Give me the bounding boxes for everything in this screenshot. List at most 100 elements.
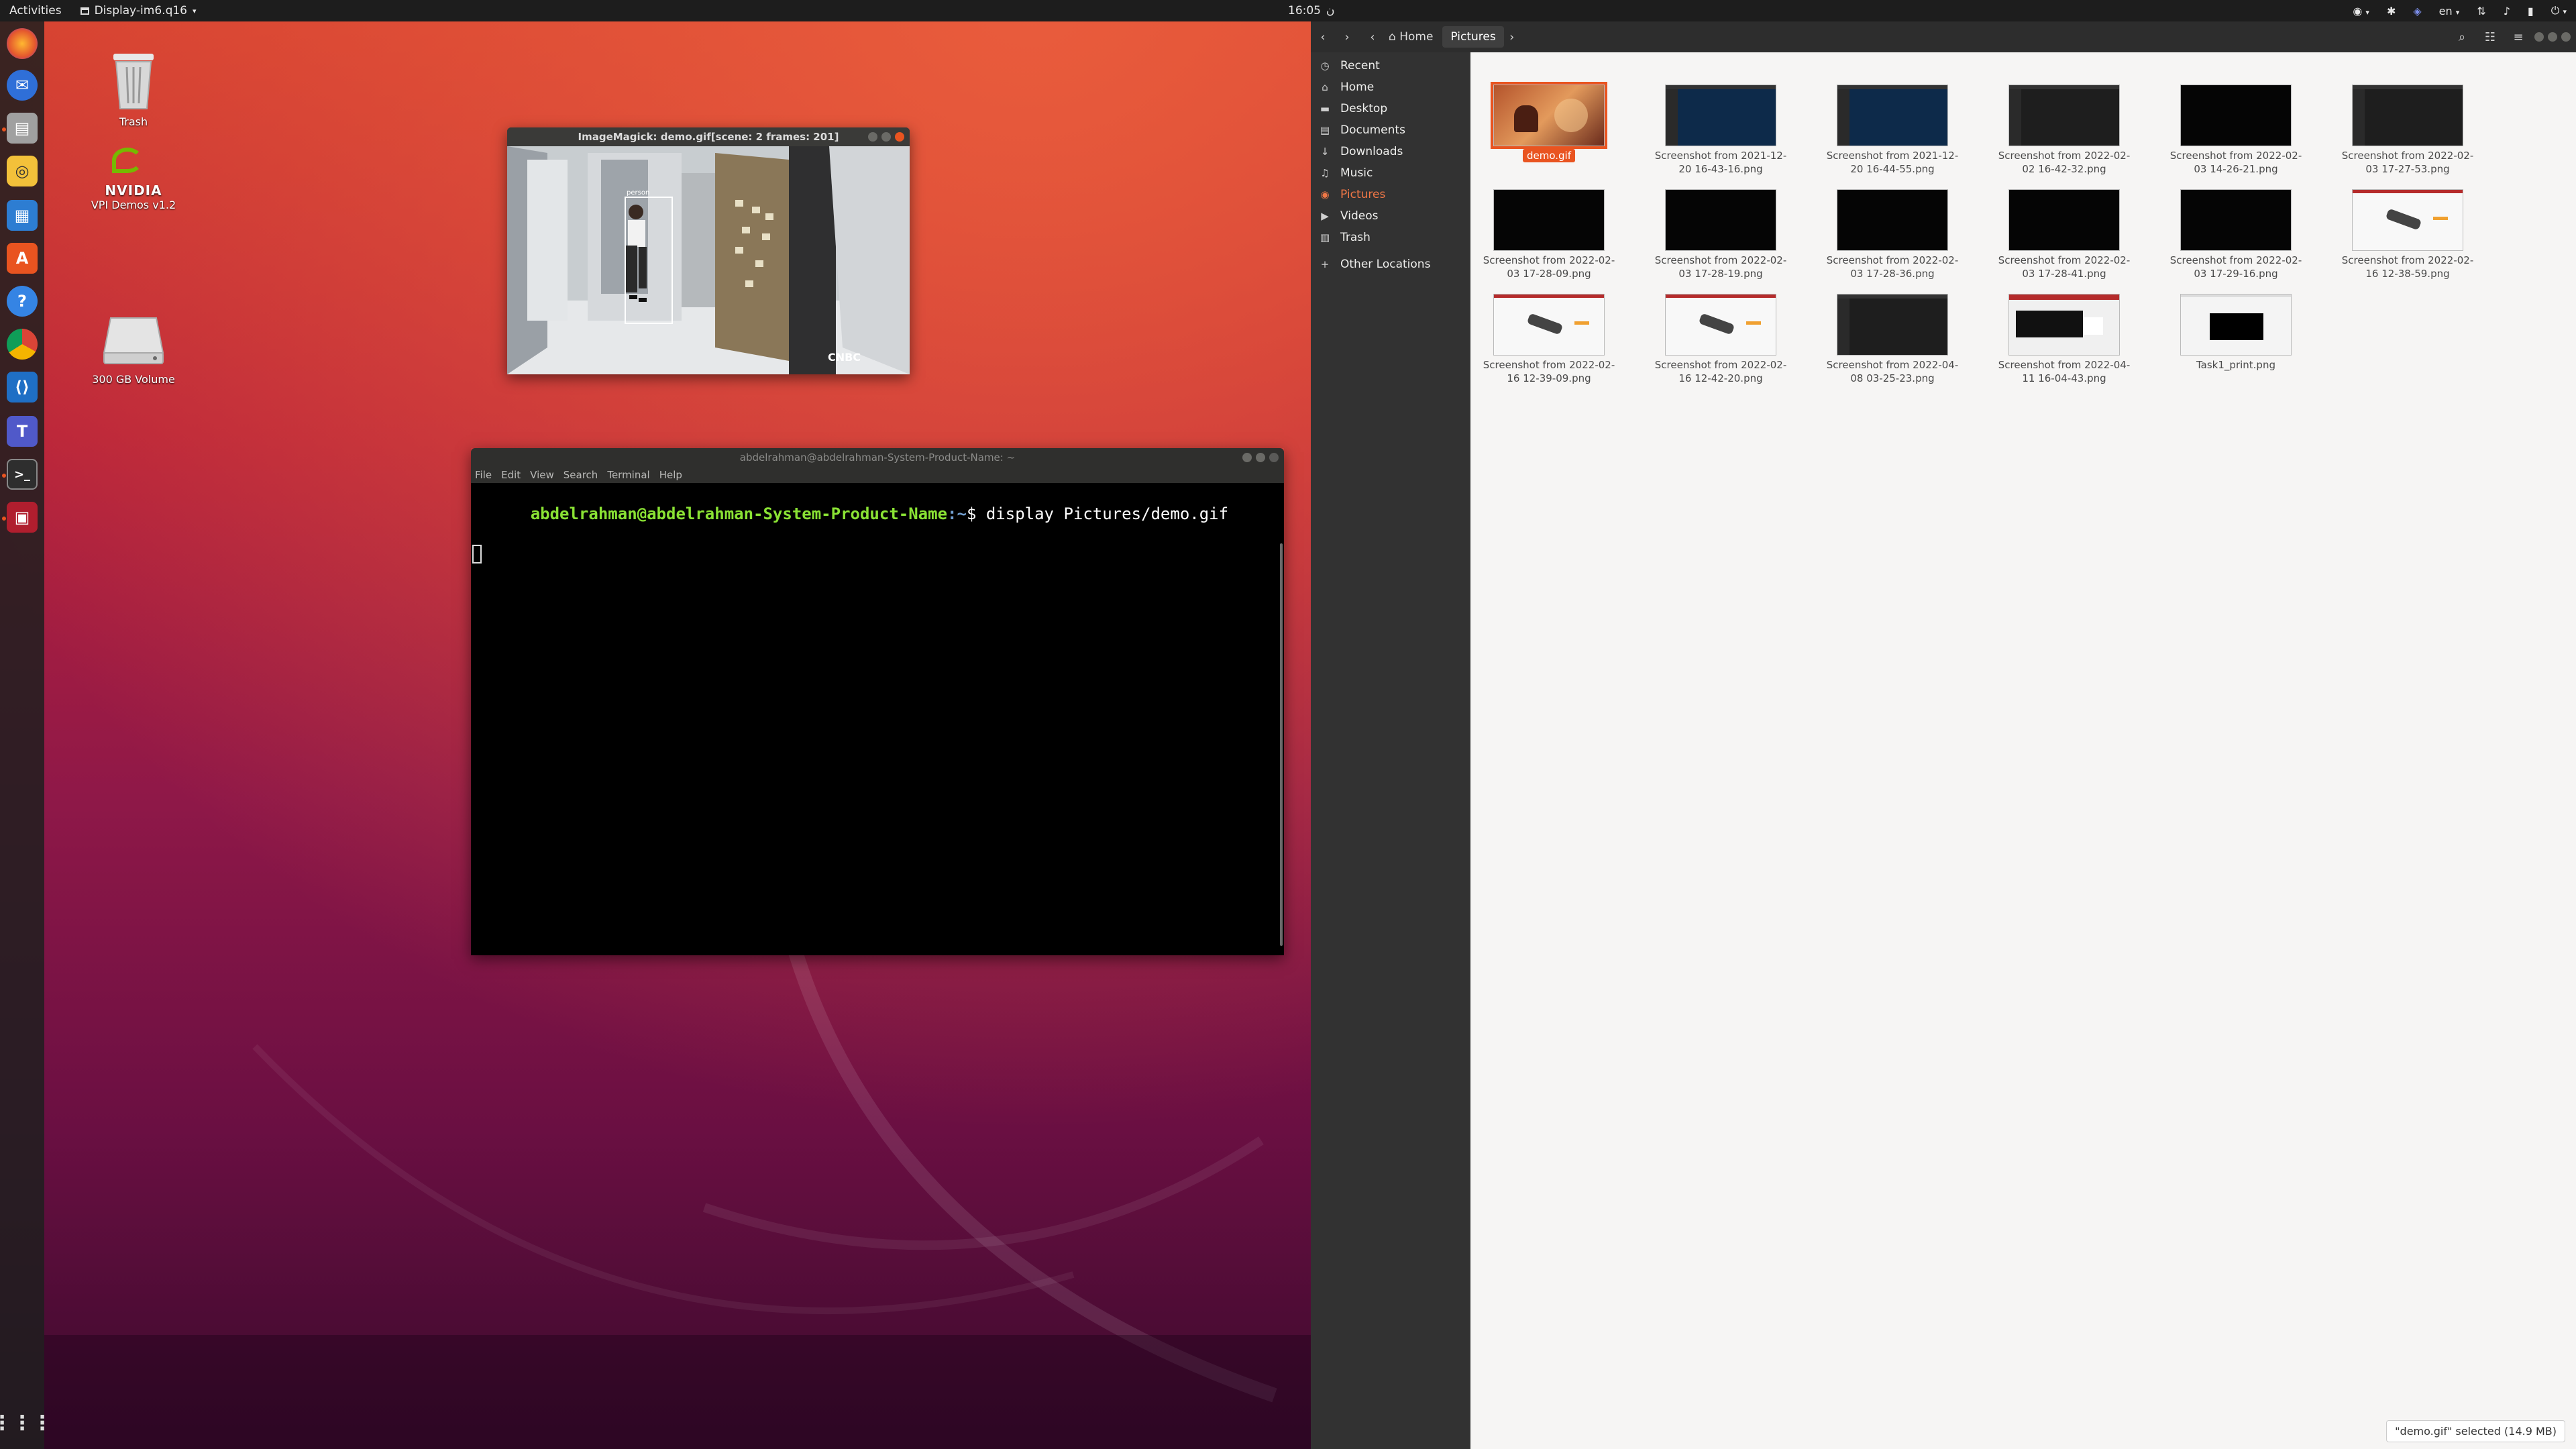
sidebar-item-pictures[interactable]: ◉ Pictures (1311, 184, 1470, 205)
file-item[interactable]: Screenshot from 2022-02-03 17-28-36.png (1822, 189, 1963, 280)
battery-icon[interactable]: ▮ (2528, 5, 2534, 17)
file-item[interactable]: Screenshot from 2022-02-03 14-26-21.png (2165, 85, 2306, 176)
file-item[interactable]: Screenshot from 2022-02-02 16-42-32.png (1994, 85, 2135, 176)
imagemagick-image[interactable]: person CNBC (507, 146, 910, 374)
firefox-icon[interactable] (7, 28, 38, 59)
menu-terminal[interactable]: Terminal (607, 469, 649, 481)
sidebar-item-videos[interactable]: ▶ Videos (1311, 205, 1470, 227)
file-item[interactable]: Screenshot from 2021-12-20 16-43-16.png (1650, 85, 1791, 176)
minimize-button[interactable] (868, 132, 877, 142)
file-item[interactable]: Screenshot from 2022-02-16 12-39-09.png (1479, 294, 1619, 385)
file-item[interactable]: Screenshot from 2022-02-03 17-28-09.png (1479, 189, 1619, 280)
terminal-window[interactable]: abdelrahman@abdelrahman-System-Product-N… (471, 448, 1284, 955)
file-thumbnail (2008, 189, 2120, 251)
sidebar-item-label: Other Locations (1340, 258, 1431, 271)
desktop-trash[interactable]: Trash (76, 47, 191, 128)
volume-icon[interactable]: ♪ (2504, 5, 2510, 17)
terminal-scrollbar[interactable] (1280, 543, 1283, 946)
minimize-button[interactable] (1242, 453, 1252, 462)
maximize-button[interactable] (881, 132, 891, 142)
maximize-button[interactable] (1256, 453, 1265, 462)
minimize-button[interactable] (2534, 32, 2544, 42)
desktop-volume[interactable]: 300 GB Volume (76, 313, 191, 386)
file-item[interactable]: Screenshot from 2022-04-08 03-25-23.png (1822, 294, 1963, 385)
file-item[interactable]: Task1_print.png (2165, 294, 2306, 372)
writer-icon[interactable]: ▦ (7, 200, 38, 231)
terminal-output[interactable]: abdelrahman@abdelrahman-System-Product-N… (471, 483, 1284, 955)
sidebar-item-other-locations[interactable]: + Other Locations (1311, 254, 1470, 275)
close-button[interactable] (2561, 32, 2571, 42)
window-icon (80, 7, 89, 15)
sidebar-item-home[interactable]: ⌂ Home (1311, 76, 1470, 98)
file-item[interactable]: Screenshot from 2022-04-11 16-04-43.png (1994, 294, 2135, 385)
back-icon[interactable]: ‹ (1311, 30, 1335, 44)
terminal-line: abdelrahman@abdelrahman-System-Product-N… (472, 486, 1283, 542)
network-icon[interactable]: ⇅ (2477, 5, 2485, 17)
vscode-icon[interactable]: ⟨⟩ (7, 372, 38, 402)
help-icon[interactable]: ? (7, 286, 38, 317)
forward-icon[interactable]: › (1335, 30, 1359, 44)
path-pictures[interactable]: Pictures (1442, 26, 1504, 48)
teams-icon[interactable]: T (7, 416, 38, 447)
close-button[interactable] (895, 132, 904, 142)
file-item[interactable]: demo.gif (1479, 82, 1619, 162)
activities-button[interactable]: Activities (0, 0, 71, 21)
path-left-icon[interactable]: ‹ (1366, 30, 1379, 44)
sidebar-item-documents[interactable]: ▤ Documents (1311, 119, 1470, 141)
file-item[interactable]: Screenshot from 2022-02-16 12-38-59.png (2337, 189, 2478, 280)
file-name: Screenshot from 2022-02-16 12-38-59.png (2341, 254, 2474, 280)
maximize-button[interactable] (2548, 32, 2557, 42)
path-right-icon[interactable]: › (1505, 30, 1519, 44)
clock[interactable]: 16:05 ن (1288, 0, 1334, 21)
terminal-titlebar[interactable]: abdelrahman@abdelrahman-System-Product-N… (471, 448, 1284, 467)
imagemagick-titlebar[interactable]: ImageMagick: demo.gif[scene: 2 frames: 2… (507, 127, 910, 146)
language-label: en (2438, 4, 2453, 17)
file-name: Screenshot from 2022-02-03 17-28-09.png (1483, 254, 1615, 280)
bluetooth-icon[interactable]: ✱ (2387, 5, 2396, 17)
menu-file[interactable]: File (475, 469, 492, 481)
path-home[interactable]: ⌂ Home (1381, 26, 1441, 48)
desktop-vpi-demos[interactable]: NVIDIA VPI Demos v1.2 (76, 146, 191, 211)
sidebar-item-recent[interactable]: ◷ Recent (1311, 55, 1470, 76)
menu-search[interactable]: Search (564, 469, 598, 481)
show-applications-icon[interactable]: ⋮⋮⋮ (0, 1407, 52, 1438)
close-button[interactable] (1269, 453, 1279, 462)
software-center-icon[interactable]: A (7, 243, 38, 274)
sidebar-item-trash[interactable]: ▥ Trash (1311, 227, 1470, 248)
language-menu[interactable]: en ▾ (2439, 5, 2460, 17)
menu-view[interactable]: View (530, 469, 554, 481)
app-indicator-icon[interactable]: ◈ (2413, 5, 2421, 17)
accessibility-icon[interactable]: ◉ ▾ (2353, 5, 2369, 17)
power-icon[interactable]: ⏻ ▾ (2551, 4, 2567, 17)
rhythmbox-icon[interactable]: ◎ (7, 156, 38, 186)
sidebar-item-music[interactable]: ♫ Music (1311, 162, 1470, 184)
prompt-symbol: $ (966, 504, 986, 523)
sidebar-item-downloads[interactable]: ↓ Downloads (1311, 141, 1470, 162)
imagemagick-icon[interactable]: ▣ (7, 502, 38, 533)
sidebar-item-label: Trash (1340, 231, 1371, 244)
file-thumbnail (1491, 82, 1607, 149)
file-item[interactable]: Screenshot from 2022-02-03 17-28-19.png (1650, 189, 1791, 280)
view-toggle-icon[interactable]: ☷ (2478, 30, 2502, 44)
menu-edit[interactable]: Edit (501, 469, 521, 481)
files-window[interactable]: ‹ › ‹ ⌂ Home Pictures › ⌕ ☷ ≡ ◷ Recent ⌂ Ho… (1311, 21, 2576, 1449)
home-icon: ⌂ (1389, 30, 1400, 44)
file-thumbnail (1665, 85, 1776, 146)
menu-icon[interactable]: ≡ (2506, 30, 2530, 44)
imagemagick-window[interactable]: ImageMagick: demo.gif[scene: 2 frames: 2… (507, 127, 910, 374)
files-headerbar: ‹ › ‹ ⌂ Home Pictures › ⌕ ☷ ≡ (1311, 21, 2576, 52)
file-item[interactable]: Screenshot from 2021-12-20 16-44-55.png (1822, 85, 1963, 176)
chrome-icon[interactable] (7, 329, 38, 360)
search-icon[interactable]: ⌕ (2450, 30, 2474, 44)
file-item[interactable]: Screenshot from 2022-02-03 17-27-53.png (2337, 85, 2478, 176)
file-item[interactable]: Screenshot from 2022-02-03 17-29-16.png (2165, 189, 2306, 280)
file-item[interactable]: Screenshot from 2022-02-16 12-42-20.png (1650, 294, 1791, 385)
thunderbird-icon[interactable]: ✉ (7, 70, 38, 101)
sidebar-item-label: Home (1340, 80, 1375, 94)
sidebar-item-desktop[interactable]: ▬ Desktop (1311, 98, 1470, 119)
menu-help[interactable]: Help (659, 469, 682, 481)
file-item[interactable]: Screenshot from 2022-02-03 17-28-41.png (1994, 189, 2135, 280)
terminal-icon[interactable]: >_ (7, 459, 38, 490)
app-menu[interactable]: Display-im6.q16 ▾ (71, 0, 206, 21)
files-icon[interactable]: ▤ (7, 113, 38, 144)
